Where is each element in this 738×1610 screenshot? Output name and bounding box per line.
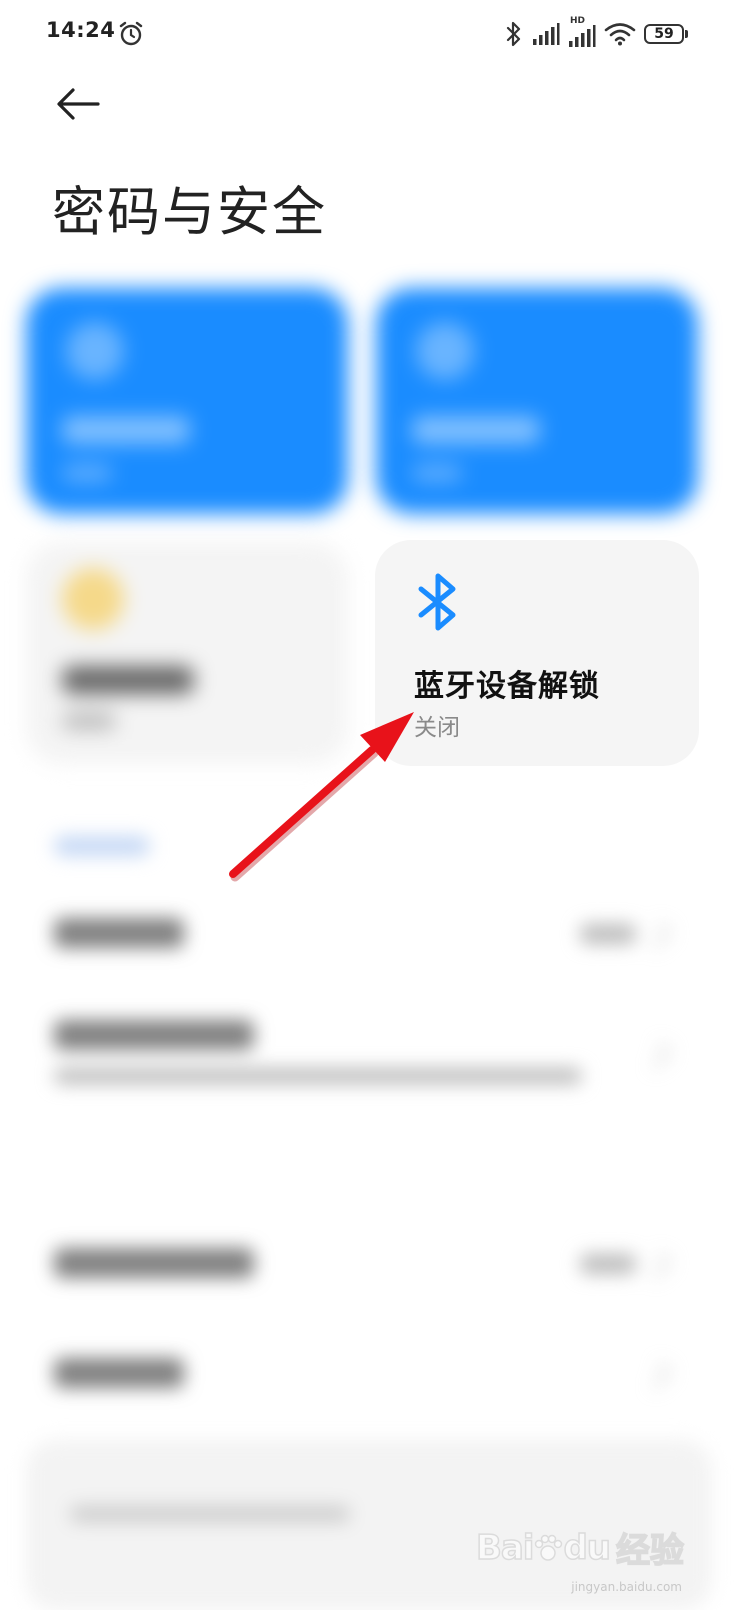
- status-time: 14:24: [46, 18, 116, 42]
- battery-level: 59: [644, 24, 684, 44]
- card-subtitle-placeholder: [62, 464, 112, 482]
- watermark-cn-text: 经验: [615, 1530, 685, 1572]
- security-card-2[interactable]: [376, 288, 698, 514]
- page-title: 密码与安全: [52, 182, 327, 243]
- bluetooth-icon: [418, 573, 456, 631]
- bluetooth-unlock-status: 关闭: [414, 715, 460, 741]
- card-subtitle-placeholder: [412, 464, 462, 482]
- hd-label: HD: [570, 16, 586, 26]
- back-button[interactable]: [52, 80, 104, 128]
- wifi-icon: [604, 23, 636, 46]
- list-item-label-placeholder: [54, 1020, 254, 1050]
- security-card-1[interactable]: [26, 288, 348, 514]
- alarm-icon: [119, 21, 143, 46]
- card-title-placeholder: [412, 416, 540, 444]
- list-item[interactable]: [0, 1220, 738, 1310]
- list-item-value-placeholder: [580, 1254, 636, 1274]
- paw-icon: [535, 1534, 563, 1561]
- chevron-right-icon: [644, 1362, 671, 1389]
- card-icon-placeholder: [62, 568, 124, 630]
- list-item[interactable]: [0, 890, 738, 980]
- hd-signal-icon: HD: [568, 16, 596, 48]
- bluetooth-unlock-title: 蓝牙设备解锁: [414, 669, 600, 704]
- list-item-label-placeholder: [54, 918, 184, 948]
- watermark-logo: Bai du: [475, 1527, 612, 1569]
- card-title-placeholder: [62, 416, 190, 444]
- chevron-right-icon: [644, 1042, 671, 1069]
- security-card-3[interactable]: [26, 542, 348, 764]
- back-arrow-icon: [57, 88, 100, 120]
- watermark-url: jingyan.baidu.com: [571, 1580, 682, 1594]
- card-title-placeholder: [62, 666, 194, 694]
- section-header-placeholder: [54, 836, 150, 856]
- settings-list: [0, 800, 738, 1610]
- bluetooth-icon: [506, 21, 521, 47]
- card-subtitle-placeholder: [62, 712, 116, 730]
- card-icon-placeholder: [416, 322, 474, 380]
- list-item[interactable]: [0, 1330, 738, 1420]
- list-item-subtitle-placeholder: [54, 1068, 582, 1084]
- list-item-label-placeholder: [54, 1248, 254, 1278]
- chevron-right-icon: [644, 922, 671, 949]
- status-bar: 14:24 HD 59: [0, 0, 738, 70]
- chevron-right-icon: [644, 1252, 671, 1279]
- list-item-label-placeholder: [54, 1358, 184, 1388]
- baidu-watermark: Bai du 经验: [475, 1523, 685, 1572]
- battery-icon: 59: [644, 24, 688, 44]
- info-text-placeholder: [70, 1506, 350, 1522]
- signal-icon: [533, 23, 560, 45]
- list-item-value-placeholder: [580, 924, 636, 944]
- list-item[interactable]: [0, 1000, 738, 1110]
- card-icon-placeholder: [66, 322, 124, 380]
- status-icons: HD 59: [504, 16, 688, 48]
- bluetooth-unlock-card[interactable]: 蓝牙设备解锁 关闭: [375, 540, 699, 766]
